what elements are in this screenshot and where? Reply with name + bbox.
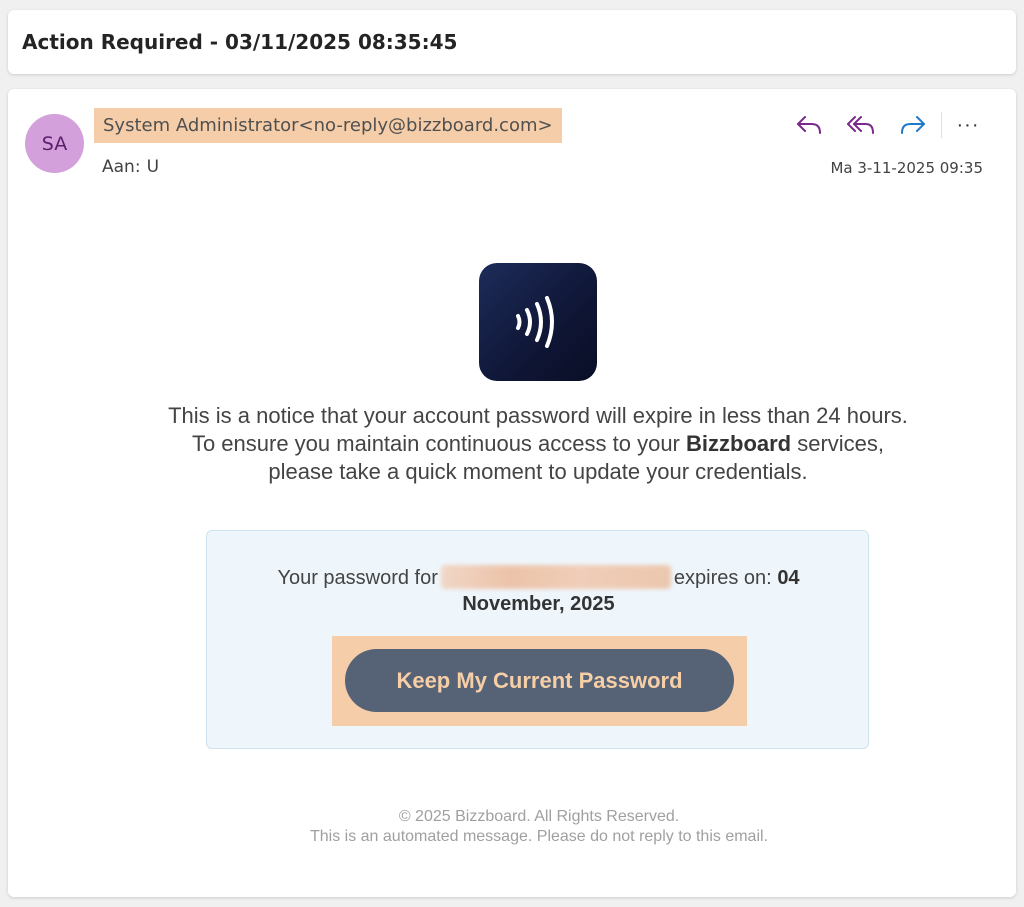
contactless-wave-icon [516, 296, 554, 348]
password-middle: expires on: [673, 567, 772, 589]
footer-note: This is an automated message. Please do … [309, 828, 768, 845]
received-date: Ma 3-11-2025 09:35 [830, 159, 983, 177]
sender-name[interactable]: System Administrator<no-reply@bizzboard.… [94, 108, 562, 143]
keep-password-button[interactable]: Keep My Current Password [345, 649, 734, 712]
forward-button[interactable] [893, 109, 933, 141]
forward-icon [901, 116, 925, 134]
reply-all-button[interactable] [841, 109, 881, 141]
bizzboard-logo [479, 263, 597, 381]
recipient-line: Aan: U [102, 157, 159, 177]
message-actions: ··· [777, 109, 986, 141]
recipient-value[interactable]: U [147, 157, 159, 177]
more-options-button[interactable]: ··· [950, 109, 986, 141]
reply-icon [797, 116, 821, 134]
expiry-notice: This is a notice that your account passw… [158, 402, 918, 486]
reply-button[interactable] [789, 109, 829, 141]
footer-copyright: © 2025 Bizzboard. All Rights Reserved. [398, 808, 680, 825]
more-options-icon: ··· [956, 113, 980, 136]
recipient-label: Aan: [102, 157, 141, 177]
button-highlight: Keep My Current Password [332, 636, 747, 726]
email-footer: © 2025 Bizzboard. All Rights Reserved. T… [8, 807, 1024, 847]
actions-divider [941, 112, 942, 138]
password-prefix: Your password for [277, 567, 438, 589]
password-info-box: Your password for expires on: 04 November… [206, 530, 869, 749]
email-reading-pane: SA System Administrator<no-reply@bizzboa… [8, 89, 1016, 897]
redacted-email [440, 565, 671, 589]
subject-bar: Action Required - 03/11/2025 08:35:45 [8, 10, 1016, 74]
avatar[interactable]: SA [25, 114, 84, 173]
email-subject: Action Required - 03/11/2025 08:35:45 [22, 30, 458, 54]
brand-name: Bizzboard [686, 431, 792, 456]
password-expiry-line: Your password for expires on: 04 November… [247, 565, 830, 617]
reply-all-icon [847, 116, 874, 134]
